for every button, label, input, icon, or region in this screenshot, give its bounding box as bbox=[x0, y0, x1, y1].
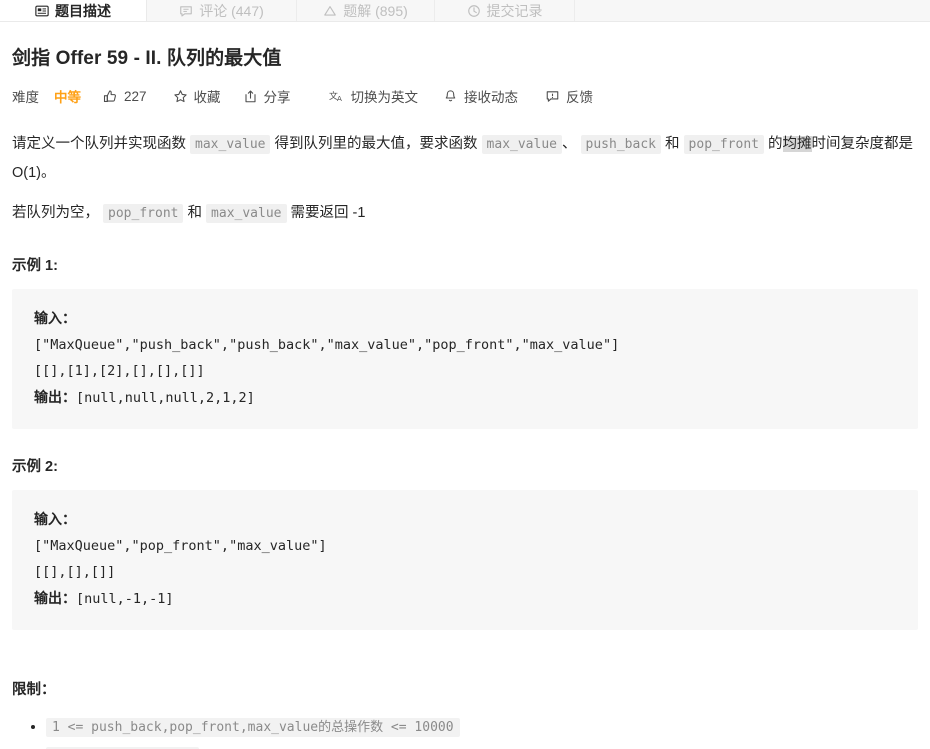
list-item: 1 <= value <= 10^5 bbox=[46, 742, 918, 749]
inline-code: pop_front bbox=[103, 204, 184, 223]
input-label: 输入： bbox=[34, 511, 76, 527]
desc-text: 和 bbox=[665, 136, 680, 152]
tab-solutions[interactable]: 题解 (895) bbox=[297, 0, 435, 21]
clock-icon bbox=[467, 4, 481, 18]
bell-icon bbox=[443, 89, 458, 104]
description-icon bbox=[35, 4, 49, 18]
input-line: ["MaxQueue","push_back","push_back","max… bbox=[34, 337, 620, 353]
tab-submissions[interactable]: 提交记录 bbox=[435, 0, 575, 21]
inline-code: max_value bbox=[481, 135, 562, 154]
desc-text: 、 bbox=[562, 136, 577, 152]
inline-code: push_back bbox=[580, 135, 661, 154]
translate-icon: 文 A bbox=[329, 89, 345, 104]
input-line: ["MaxQueue","pop_front","max_value"] bbox=[34, 538, 327, 554]
description-paragraph-1: 请定义一个队列并实现函数 max_value 得到队列里的最大值，要求函数 ma… bbox=[12, 130, 918, 187]
output-label: 输出： bbox=[34, 590, 76, 606]
output-value: [null,null,null,2,1,2] bbox=[76, 390, 255, 406]
translate-button[interactable]: 文 A 切换为英文 bbox=[329, 86, 419, 106]
desc-text: 和 bbox=[187, 205, 203, 221]
page-title: 剑指 Offer 59 - II. 队列的最大值 bbox=[12, 48, 282, 69]
problem-meta-bar: 难度 中等 227 收藏 分享 文 A 切换为英文 接收动态 反馈 bbox=[12, 86, 918, 106]
tab-label: 提交记录 bbox=[486, 2, 543, 19]
limits-heading: 限制： bbox=[12, 682, 56, 698]
tab-label: 题解 (895) bbox=[343, 2, 408, 19]
desc-text: 若队列为空， bbox=[12, 205, 99, 221]
like-button[interactable]: 227 bbox=[103, 89, 147, 104]
tab-description[interactable]: 题目描述 bbox=[0, 0, 147, 21]
tab-comments[interactable]: 评论 (447) bbox=[147, 0, 297, 21]
inline-code: max_value bbox=[206, 204, 287, 223]
feedback-button[interactable]: 反馈 bbox=[545, 86, 593, 106]
solution-icon bbox=[323, 4, 337, 18]
problem-content: 剑指 Offer 59 - II. 队列的最大值 难度 中等 227 收藏 分享… bbox=[0, 43, 930, 749]
subscribe-label: 接收动态 bbox=[464, 90, 519, 105]
inline-code: max_value bbox=[190, 135, 271, 154]
selected-text: 均摊 bbox=[782, 136, 812, 152]
favorite-label: 收藏 bbox=[193, 90, 221, 105]
example-heading: 示例 2: bbox=[12, 459, 58, 475]
desc-text: 得到队列里的最大值，要求函数 bbox=[274, 136, 478, 152]
description-paragraph-2: 若队列为空， pop_front 和 max_value 需要返回 -1 bbox=[12, 199, 918, 228]
difficulty-label: 难度 bbox=[12, 90, 39, 105]
output-label: 输出： bbox=[34, 389, 76, 405]
inline-code: pop_front bbox=[683, 135, 764, 154]
desc-text: 需要返回 -1 bbox=[290, 205, 366, 221]
input-label: 输入： bbox=[34, 310, 76, 326]
example-heading: 示例 1: bbox=[12, 258, 58, 274]
subscribe-button[interactable]: 接收动态 bbox=[443, 86, 518, 106]
desc-text: 的 bbox=[768, 136, 783, 152]
limit-code: 1 <= push_back,pop_front,max_value的总操作数 … bbox=[46, 718, 460, 737]
tab-bar-filler bbox=[575, 0, 930, 21]
favorite-button[interactable]: 收藏 bbox=[173, 86, 221, 106]
limits-list: 1 <= push_back,pop_front,max_value的总操作数 … bbox=[12, 713, 918, 749]
comment-icon bbox=[179, 4, 193, 18]
thumbs-up-icon bbox=[103, 89, 118, 104]
tab-label: 题目描述 bbox=[55, 2, 111, 19]
output-value: [null,-1,-1] bbox=[76, 591, 174, 607]
list-item: 1 <= push_back,pop_front,max_value的总操作数 … bbox=[46, 713, 918, 742]
svg-text:A: A bbox=[337, 93, 342, 102]
difficulty-badge: 中等 bbox=[54, 90, 81, 105]
tab-bar: 题目描述 评论 (447) 题解 (895) 提交记录 bbox=[0, 0, 930, 22]
difficulty-group: 难度 中等 bbox=[12, 86, 81, 106]
input-line: [[],[],[]] bbox=[34, 564, 116, 580]
like-count: 227 bbox=[124, 88, 147, 104]
example-block: 输入： ["MaxQueue","pop_front","max_value"]… bbox=[12, 490, 918, 630]
translate-label: 切换为英文 bbox=[350, 90, 419, 105]
tab-label: 评论 (447) bbox=[199, 2, 264, 19]
example-block: 输入： ["MaxQueue","push_back","push_back",… bbox=[12, 289, 918, 429]
star-icon bbox=[173, 89, 188, 104]
input-line: [[],[1],[2],[],[],[]] bbox=[34, 363, 205, 379]
desc-text: 请定义一个队列并实现函数 bbox=[12, 136, 186, 152]
feedback-label: 反馈 bbox=[566, 90, 594, 105]
feedback-icon bbox=[545, 89, 560, 104]
share-icon bbox=[243, 89, 258, 104]
share-label: 分享 bbox=[263, 90, 291, 105]
share-button[interactable]: 分享 bbox=[243, 86, 291, 106]
